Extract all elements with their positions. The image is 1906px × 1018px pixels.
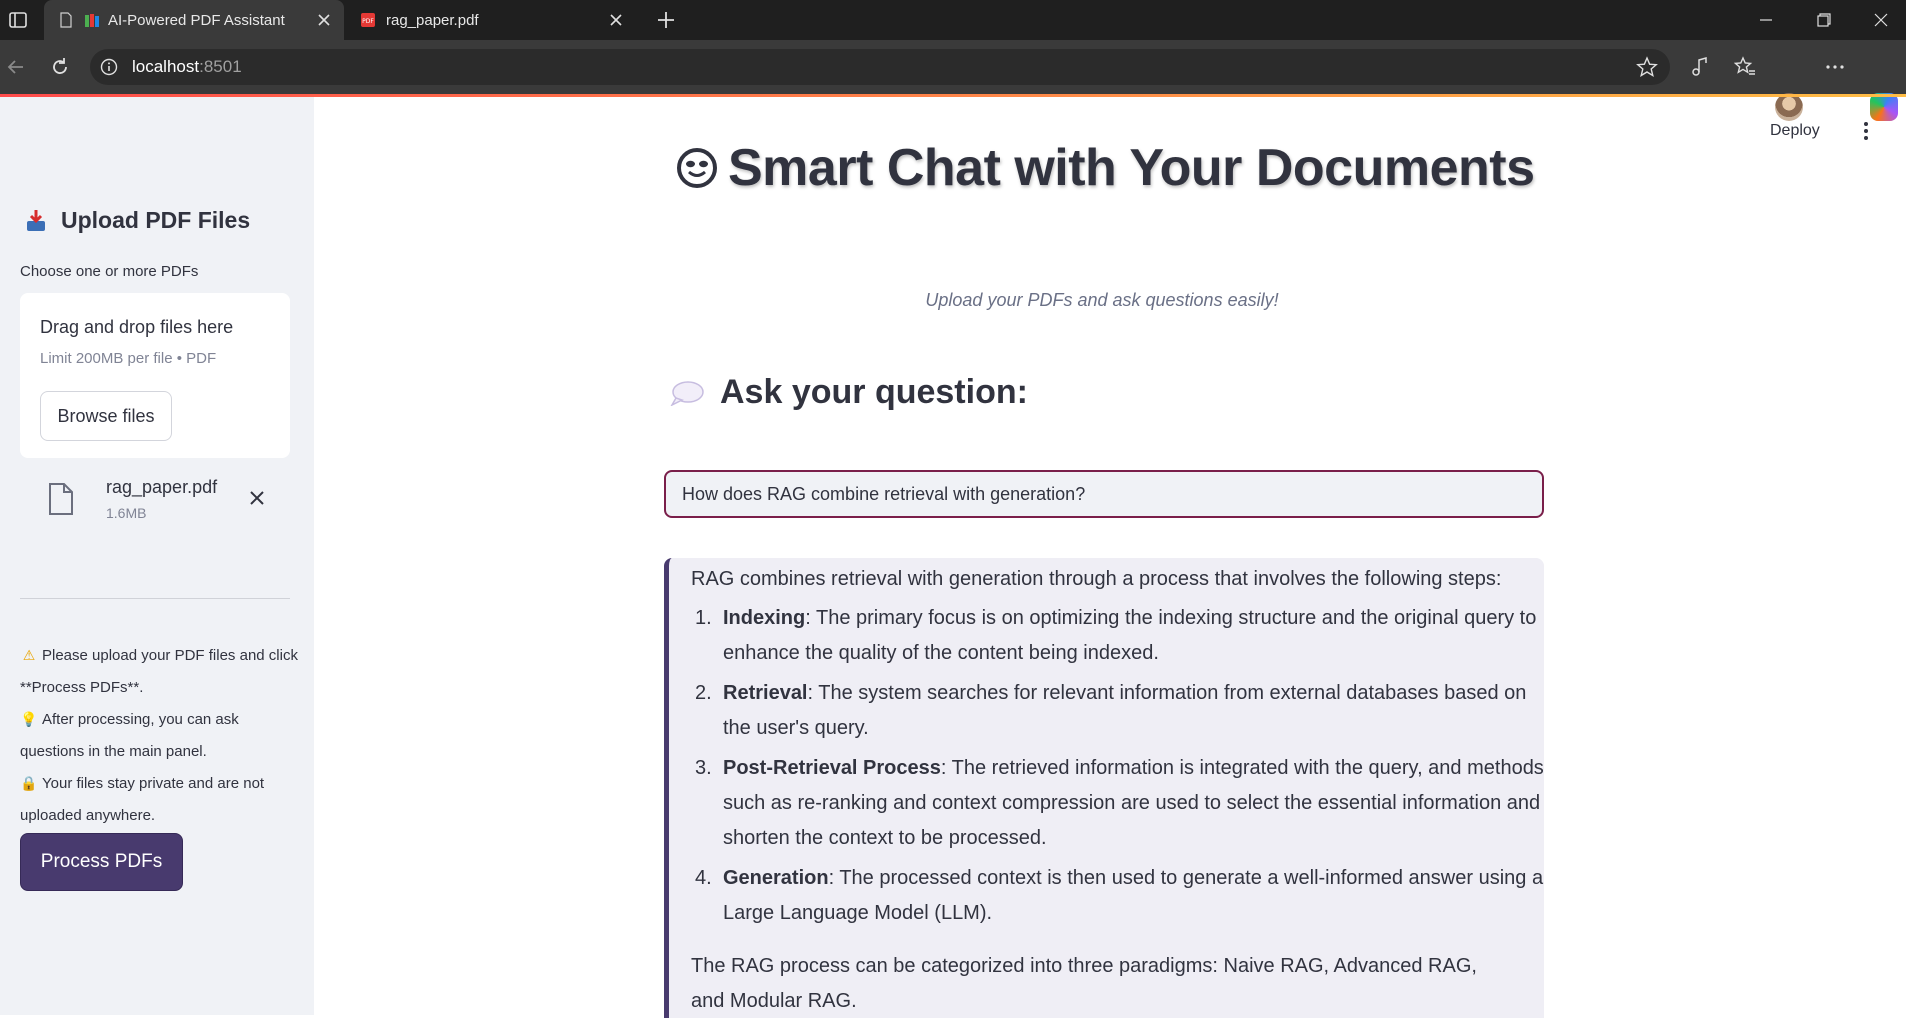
answer-step: 3. Post-Retrieval Process: The retrieved … bbox=[691, 751, 1544, 856]
profile-avatar[interactable] bbox=[1775, 93, 1803, 121]
pdf-icon: PDF bbox=[361, 13, 375, 27]
browser-tab-bar: AI-Powered PDF Assistant PDF rag_paper.p… bbox=[0, 0, 1906, 40]
speech-bubble-icon bbox=[670, 380, 704, 406]
step-text: : The system searches for relevant infor… bbox=[723, 682, 1527, 739]
url-port: :8501 bbox=[199, 57, 242, 76]
browser-tab-pdf-assistant[interactable]: AI-Powered PDF Assistant bbox=[44, 0, 344, 40]
sidebar-divider bbox=[20, 598, 290, 599]
tab-title: AI-Powered PDF Assistant bbox=[108, 11, 285, 29]
info-line-warning: ⚠ Please upload your PDF files and click … bbox=[20, 640, 300, 704]
browser-tab-rag-paper[interactable]: PDF rag_paper.pdf bbox=[346, 0, 636, 40]
file-dropzone[interactable]: Drag and drop files here Limit 200MB per… bbox=[20, 293, 290, 458]
ask-heading-text: Ask your question: bbox=[720, 373, 1028, 411]
reload-icon[interactable] bbox=[46, 53, 74, 81]
step-number: 2. bbox=[695, 682, 712, 704]
lock-icon: 🔒 bbox=[20, 776, 38, 792]
read-aloud-icon[interactable] bbox=[1688, 55, 1712, 79]
close-tab-icon[interactable] bbox=[604, 8, 628, 32]
main-menu-icon[interactable] bbox=[1855, 120, 1877, 142]
books-icon bbox=[85, 14, 99, 27]
warning-icon: ⚠ bbox=[22, 648, 36, 664]
uploaded-file-item: rag_paper.pdf 1.6MB bbox=[20, 475, 290, 535]
restore-icon[interactable] bbox=[1799, 0, 1849, 40]
file-icon bbox=[49, 483, 73, 515]
info-text: Your files stay private and are not uplo… bbox=[20, 775, 265, 824]
answer-box: RAG combines retrieval with generation t… bbox=[664, 558, 1544, 1018]
address-bar[interactable]: localhost:8501 bbox=[90, 49, 1670, 85]
face-icon bbox=[677, 148, 717, 188]
remove-file-icon[interactable] bbox=[244, 485, 270, 511]
step-number: 1. bbox=[695, 607, 712, 629]
page-title: Smart Chat with Your Documents bbox=[676, 138, 1535, 198]
browse-files-button[interactable]: Browse files bbox=[40, 391, 172, 441]
process-pdfs-button[interactable]: Process PDFs bbox=[20, 833, 183, 891]
sidebar-title: Upload PDF Files bbox=[61, 207, 251, 233]
favorites-icon[interactable] bbox=[1733, 55, 1757, 79]
deploy-button[interactable]: Deploy bbox=[1770, 122, 1820, 140]
step-text: : The primary focus is on optimizing the… bbox=[723, 607, 1537, 664]
favorite-star-icon[interactable] bbox=[1636, 56, 1658, 78]
step-term: Retrieval bbox=[723, 682, 808, 704]
step-number: 3. bbox=[695, 757, 712, 779]
info-text: Please upload your PDF files and click *… bbox=[20, 647, 298, 696]
uploader-label: Choose one or more PDFs bbox=[20, 263, 199, 280]
new-tab-icon[interactable] bbox=[652, 6, 680, 34]
question-input[interactable] bbox=[664, 470, 1544, 518]
page-icon bbox=[60, 12, 72, 28]
step-term: Post-Retrieval Process bbox=[723, 757, 941, 779]
title-text: Smart Chat with Your Documents bbox=[728, 139, 1535, 197]
page-subtitle: Upload your PDFs and ask questions easil… bbox=[925, 290, 1279, 310]
back-icon[interactable] bbox=[2, 53, 30, 81]
site-info-icon[interactable] bbox=[100, 58, 118, 76]
close-tab-icon[interactable] bbox=[312, 8, 336, 32]
answer-intro: RAG combines retrieval with generation t… bbox=[691, 568, 1502, 590]
tab-title: rag_paper.pdf bbox=[386, 11, 479, 29]
info-line-tip: 💡 After processing, you can ask questions… bbox=[20, 704, 300, 768]
sidebar-info: ⚠ Please upload your PDF files and click … bbox=[20, 640, 300, 832]
answer-steps: 1. Indexing: The primary focus is on opti… bbox=[691, 601, 1544, 931]
file-name: rag_paper.pdf bbox=[106, 477, 218, 497]
copilot-icon[interactable] bbox=[1870, 93, 1898, 121]
step-term: Indexing bbox=[723, 607, 806, 629]
browser-toolbar: localhost:8501 bbox=[0, 40, 1906, 121]
dropzone-title: Drag and drop files here bbox=[40, 317, 234, 337]
answer-step: 2. Retrieval: The system searches for rel… bbox=[691, 676, 1544, 746]
url-text: localhost:8501 bbox=[132, 57, 242, 77]
info-line-privacy: 🔒 Your files stay private and are not upl… bbox=[20, 768, 300, 832]
step-text: : The processed context is then used to … bbox=[723, 867, 1544, 924]
ask-heading: Ask your question: bbox=[670, 373, 1028, 412]
inbox-tray-icon bbox=[27, 209, 45, 231]
dropzone-limit: Limit 200MB per file • PDF bbox=[40, 350, 217, 367]
answer-step: 1. Indexing: The primary focus is on opti… bbox=[691, 601, 1544, 671]
window-close-icon[interactable] bbox=[1856, 0, 1906, 40]
answer-outro: The RAG process can be categorized into … bbox=[691, 955, 1477, 1012]
svg-text:PDF: PDF bbox=[362, 18, 374, 25]
more-options-icon[interactable] bbox=[1823, 55, 1847, 79]
lightbulb-icon: 💡 bbox=[20, 712, 38, 728]
info-text: After processing, you can ask questions … bbox=[20, 711, 239, 760]
sidebar-header: Upload PDF Files bbox=[25, 207, 250, 234]
url-host: localhost bbox=[132, 57, 200, 76]
minimize-icon[interactable] bbox=[1741, 0, 1791, 40]
tab-actions-icon[interactable] bbox=[6, 8, 30, 32]
file-size: 1.6MB bbox=[106, 505, 147, 521]
step-term: Generation bbox=[723, 867, 829, 889]
answer-step: 4. Generation: The processed context is t… bbox=[691, 861, 1544, 931]
step-number: 4. bbox=[695, 867, 712, 889]
